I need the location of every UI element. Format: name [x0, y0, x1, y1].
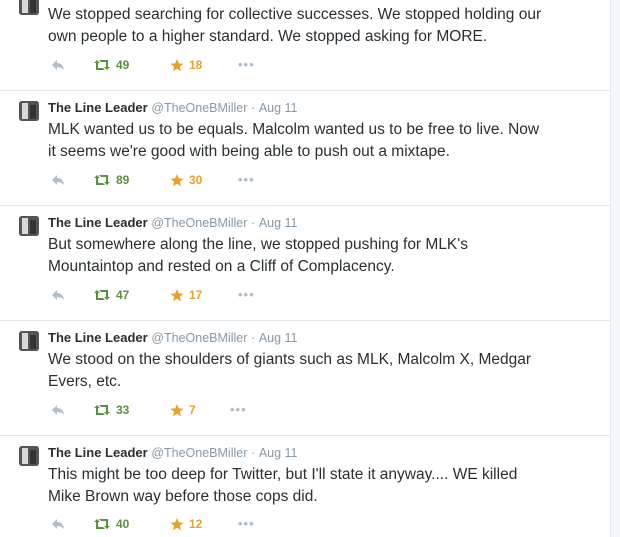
author-name[interactable]: The Line Leader: [48, 330, 148, 345]
more-icon[interactable]: •••: [238, 287, 255, 303]
retweet-count: 89: [116, 173, 130, 187]
retweet-button[interactable]: 40: [93, 516, 129, 532]
separator: ·: [251, 446, 256, 460]
author-name[interactable]: The Line Leader: [48, 445, 148, 460]
tweet-text-line: Evers, etc.: [48, 373, 122, 390]
tweet-text-line: it seems we're good with being able to p…: [48, 143, 450, 160]
reply-icon: [52, 405, 64, 415]
author-name[interactable]: The Line Leader: [48, 100, 148, 115]
tweet[interactable]: The Line Leader @TheOneBMiller · Aug 11 …: [0, 321, 610, 436]
reply-icon: [52, 519, 64, 529]
tweet-text-line: own people to a higher standard. We stop…: [48, 28, 488, 45]
retweet-button[interactable]: 89: [93, 172, 129, 188]
favorite-button[interactable]: 18: [170, 57, 202, 73]
author-name[interactable]: The Line Leader: [48, 215, 148, 230]
timeline: We stopped searching for collective succ…: [0, 0, 611, 537]
tweet-timestamp[interactable]: Aug 11: [259, 216, 298, 230]
reply-button[interactable]: [51, 172, 65, 188]
tweet-header: The Line Leader @TheOneBMiller · Aug 11: [48, 445, 298, 461]
tweet[interactable]: We stopped searching for collective succ…: [0, 0, 610, 91]
retweet-count: 40: [116, 517, 130, 531]
retweet-count: 33: [116, 403, 130, 417]
tweet-text-line: This might be too deep for Twitter, but …: [48, 466, 518, 483]
more-icon[interactable]: •••: [238, 57, 255, 73]
tweet-timestamp[interactable]: Aug 11: [259, 446, 298, 460]
reply-icon: [52, 60, 64, 70]
tweet-header: The Line Leader @TheOneBMiller · Aug 11: [48, 330, 298, 346]
favorite-count: 7: [189, 403, 196, 417]
separator: ·: [251, 331, 256, 345]
favorite-count: 12: [189, 517, 203, 531]
separator: ·: [251, 101, 256, 115]
retweet-icon: [94, 175, 110, 185]
more-icon[interactable]: •••: [230, 402, 247, 418]
reply-button[interactable]: [51, 287, 65, 303]
tweet-text-line: Mike Brown way before those cops did.: [48, 488, 318, 505]
avatar[interactable]: [19, 101, 39, 121]
tweet-text: We stood on the shoulders of giants such…: [48, 349, 588, 393]
favorite-button[interactable]: 17: [170, 287, 202, 303]
tweet-timestamp[interactable]: Aug 11: [259, 331, 298, 345]
favorite-count: 30: [189, 173, 203, 187]
tweet[interactable]: The Line Leader @TheOneBMiller · Aug 11 …: [0, 91, 610, 206]
more-icon[interactable]: •••: [238, 172, 255, 188]
retweet-icon: [94, 519, 110, 529]
reply-icon: [52, 175, 64, 185]
star-icon: [170, 288, 184, 301]
star-icon: [170, 58, 184, 71]
favorite-button[interactable]: 30: [170, 172, 202, 188]
retweet-button[interactable]: 47: [93, 287, 129, 303]
reply-button[interactable]: [51, 516, 65, 532]
separator: ·: [251, 216, 256, 230]
avatar[interactable]: [19, 0, 39, 15]
star-icon: [170, 517, 184, 530]
tweet-text: We stopped searching for collective succ…: [48, 4, 588, 48]
tweet-text: This might be too deep for Twitter, but …: [48, 464, 588, 508]
retweet-icon: [94, 60, 110, 70]
author-handle[interactable]: @TheOneBMiller: [151, 331, 247, 345]
tweet-timestamp[interactable]: Aug 11: [259, 101, 298, 115]
tweet-text-line: We stood on the shoulders of giants such…: [48, 351, 532, 368]
retweet-button[interactable]: 49: [93, 57, 129, 73]
star-icon: [170, 403, 184, 416]
reply-icon: [52, 290, 64, 300]
author-handle[interactable]: @TheOneBMiller: [151, 216, 247, 230]
tweet-text-line: MLK wanted us to be equals. Malcolm want…: [48, 121, 540, 138]
tweet[interactable]: The Line Leader @TheOneBMiller · Aug 11 …: [0, 436, 610, 537]
author-handle[interactable]: @TheOneBMiller: [151, 101, 247, 115]
favorite-button[interactable]: 7: [170, 402, 196, 418]
tweet-text: But somewhere along the line, we stopped…: [48, 234, 588, 278]
retweet-count: 47: [116, 288, 130, 302]
page-background: [611, 0, 620, 537]
avatar[interactable]: [19, 216, 39, 236]
tweet[interactable]: The Line Leader @TheOneBMiller · Aug 11 …: [0, 206, 610, 321]
tweet-text: MLK wanted us to be equals. Malcolm want…: [48, 119, 588, 163]
star-icon: [170, 173, 184, 186]
tweet-header: The Line Leader @TheOneBMiller · Aug 11: [48, 100, 298, 116]
tweet-header: The Line Leader @TheOneBMiller · Aug 11: [48, 215, 298, 231]
avatar[interactable]: [19, 331, 39, 351]
reply-button[interactable]: [51, 57, 65, 73]
reply-button[interactable]: [51, 402, 65, 418]
retweet-count: 49: [116, 58, 130, 72]
more-icon[interactable]: •••: [238, 516, 255, 532]
favorite-count: 18: [189, 58, 203, 72]
tweet-text-line: But somewhere along the line, we stopped…: [48, 236, 468, 253]
author-handle[interactable]: @TheOneBMiller: [151, 446, 247, 460]
avatar[interactable]: [19, 446, 39, 466]
retweet-icon: [94, 405, 110, 415]
tweet-text-line: Mountaintop and rested on a Cliff of Com…: [48, 258, 395, 275]
retweet-button[interactable]: 33: [93, 402, 129, 418]
tweet-text-line: We stopped searching for collective succ…: [48, 6, 542, 23]
favorite-count: 17: [189, 288, 203, 302]
retweet-icon: [94, 290, 110, 300]
favorite-button[interactable]: 12: [170, 516, 202, 532]
